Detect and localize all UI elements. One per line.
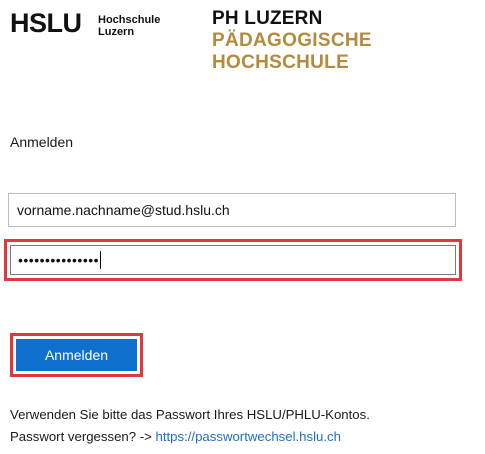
text-caret <box>100 251 102 269</box>
info-line1: Verwenden Sie bitte das Passwort Ihres H… <box>10 407 370 422</box>
hslu-subtitle-line1: Hochschule <box>98 14 161 26</box>
password-field[interactable]: ••••••••••••••• <box>10 245 456 275</box>
ph-luzern-logo: PH LUZERN PÄDAGOGISCHE HOCHSCHULE <box>212 8 372 74</box>
ph-logo-line1: PH LUZERN <box>212 8 323 29</box>
password-reset-link[interactable]: https://passwortwechsel.hslu.ch <box>156 429 341 444</box>
email-value: vorname.nachname@stud.hslu.ch <box>17 202 230 218</box>
info-line2: Passwort vergessen? -> https://passwortw… <box>10 426 370 448</box>
signin-heading: Anmelden <box>10 134 74 150</box>
header-logos: HSLU Hochschule Luzern PH LUZERN PÄDAGOG… <box>10 6 480 86</box>
password-field-highlight[interactable]: ••••••••••••••• <box>4 239 462 281</box>
ph-logo-line2: PÄDAGOGISCHE <box>212 30 372 51</box>
email-field[interactable]: vorname.nachname@stud.hslu.ch <box>8 193 456 227</box>
hslu-logo: HSLU <box>10 8 82 38</box>
info-text: Verwenden Sie bitte das Passwort Ihres H… <box>10 404 370 448</box>
forgot-password-text: Passwort vergessen? -> <box>10 429 152 444</box>
signin-button[interactable]: Anmelden <box>16 339 137 371</box>
signin-button-highlight: Anmelden <box>10 333 143 377</box>
hslu-subtitle-line2: Luzern <box>98 26 135 38</box>
password-mask: ••••••••••••••• <box>18 252 100 268</box>
hslu-logo-subtitle: Hochschule Luzern <box>98 14 160 38</box>
ph-logo-line3: HOCHSCHULE <box>212 52 350 73</box>
